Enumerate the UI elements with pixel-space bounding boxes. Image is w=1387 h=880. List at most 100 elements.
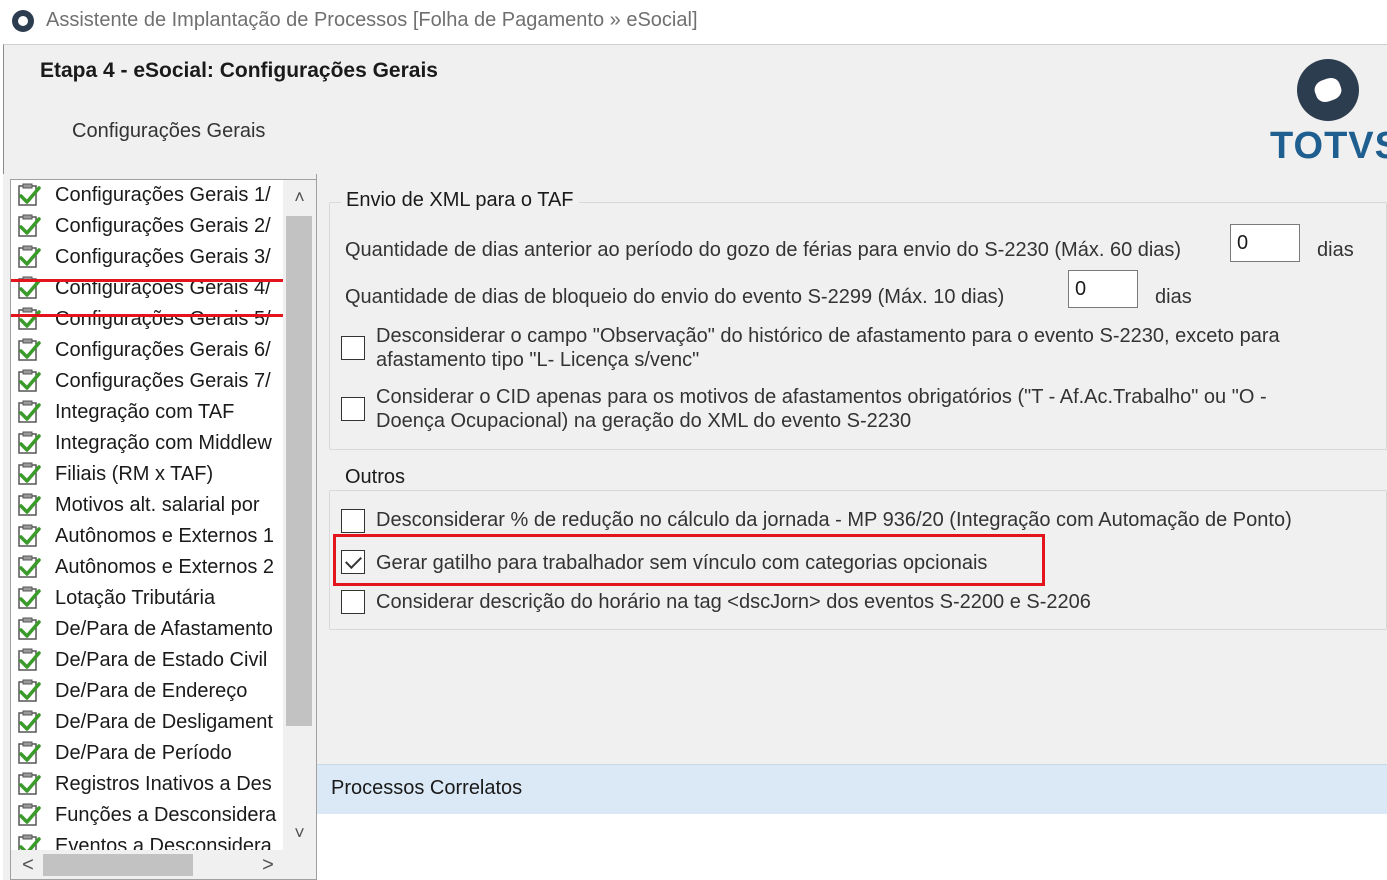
- tree-item[interactable]: Configurações Gerais 1/: [11, 180, 283, 210]
- tree-item-label: Configurações Gerais 5/: [55, 307, 271, 330]
- tree-item-label: Registros Inativos a Des: [55, 772, 272, 795]
- green-check-icon: [16, 771, 42, 797]
- green-check-icon: [16, 740, 42, 766]
- step-title: Etapa 4 - eSocial: Configurações Gerais: [40, 59, 438, 82]
- bloqueio-days-input[interactable]: [1068, 270, 1138, 308]
- green-check-icon: [16, 802, 42, 828]
- tree-horizontal-scrollbar[interactable]: < >: [11, 850, 316, 879]
- tree-item[interactable]: De/Para de Desligament: [11, 707, 283, 737]
- scroll-left-icon[interactable]: <: [13, 850, 43, 879]
- tree-item[interactable]: Funções a Desconsidera: [11, 800, 283, 830]
- cid-label-line2: Doença Ocupacional) na geração do XML do…: [376, 410, 912, 432]
- tree-item-label: Configurações Gerais 7/: [55, 369, 271, 392]
- tree-item[interactable]: De/Para de Estado Civil: [11, 645, 283, 675]
- reducao-jornada-label[interactable]: Desconsiderar % de redução no cálculo da…: [376, 508, 1292, 532]
- tree-item[interactable]: Configurações Gerais 6/: [11, 335, 283, 365]
- tree-item[interactable]: Autônomos e Externos 1: [11, 521, 283, 551]
- tree-item[interactable]: De/Para de Afastamento: [11, 614, 283, 644]
- ferias-days-input[interactable]: [1230, 224, 1300, 262]
- observacao-checkbox[interactable]: [341, 336, 365, 360]
- tree-item[interactable]: Eventos a Desconsidera: [11, 831, 283, 850]
- tree-item[interactable]: Configurações Gerais 7/: [11, 366, 283, 396]
- tree-item[interactable]: Lotação Tributária: [11, 583, 283, 613]
- horario-dscjorn-label[interactable]: Considerar descrição do horário na tag <…: [376, 590, 1091, 614]
- green-check-icon: [16, 585, 42, 611]
- scroll-up-icon[interactable]: ˄: [283, 180, 316, 214]
- scroll-thumb[interactable]: [286, 216, 312, 726]
- tree-item-label: De/Para de Período: [55, 741, 232, 764]
- green-check-icon: [16, 523, 42, 549]
- reducao-jornada-checkbox[interactable]: [341, 509, 365, 533]
- tree-item[interactable]: De/Para de Período: [11, 738, 283, 768]
- tree-item-label: Lotação Tributária: [55, 586, 216, 609]
- scroll-down-icon[interactable]: ˅: [283, 816, 316, 850]
- green-check-icon: [16, 492, 42, 518]
- tree-item[interactable]: Configurações Gerais 5/: [11, 304, 283, 334]
- tree-item[interactable]: De/Para de Endereço: [11, 676, 283, 706]
- cid-label[interactable]: Considerar o CID apenas para os motivos …: [376, 385, 1267, 433]
- green-check-icon: [16, 647, 42, 673]
- tree-item-label: De/Para de Desligament: [55, 710, 273, 733]
- steps-tree[interactable]: Configurações Gerais 1/Configurações Ger…: [10, 179, 317, 880]
- processos-correlatos-content: [317, 814, 1387, 880]
- tree-item-label: De/Para de Afastamento: [55, 617, 273, 640]
- step-subtitle: Configurações Gerais: [72, 120, 266, 142]
- green-check-icon: [16, 430, 42, 456]
- green-check-icon: [16, 709, 42, 735]
- tree-item[interactable]: Integração com Middlew: [11, 428, 283, 458]
- tree-item-label: Eventos a Desconsidera: [55, 834, 272, 851]
- wizard-header: Etapa 4 - eSocial: Configurações Gerais …: [3, 44, 1387, 174]
- tree-item[interactable]: Registros Inativos a Des: [11, 769, 283, 799]
- gatilho-label[interactable]: Gerar gatilho para trabalhador sem víncu…: [376, 551, 987, 575]
- steps-panel: Configurações Gerais 1/Configurações Ger…: [3, 174, 317, 880]
- green-check-icon: [16, 213, 42, 239]
- observacao-label-line1: Desconsiderar o campo "Observação" do hi…: [376, 325, 1280, 347]
- tree-item[interactable]: Filiais (RM x TAF): [11, 459, 283, 489]
- tree-item-label: De/Para de Estado Civil: [55, 648, 268, 671]
- green-check-icon: [16, 275, 42, 301]
- tree-item[interactable]: Configurações Gerais 2/: [11, 211, 283, 241]
- tree-item[interactable]: Autônomos e Externos 2: [11, 552, 283, 582]
- tree-item-label: De/Para de Endereço: [55, 679, 248, 702]
- tree-item-label: Motivos alt. salarial por: [55, 493, 260, 516]
- gatilho-checkbox[interactable]: [341, 550, 365, 574]
- tree-item[interactable]: Motivos alt. salarial por: [11, 490, 283, 520]
- totvs-logo-icon: [1297, 59, 1359, 121]
- scroll-right-icon[interactable]: >: [253, 850, 283, 879]
- tree-item-label: Funções a Desconsidera: [55, 803, 277, 826]
- bloqueio-days-unit: dias: [1155, 286, 1192, 308]
- tree-vertical-scrollbar[interactable]: ˄ ˅: [283, 180, 316, 850]
- green-check-icon: [16, 461, 42, 487]
- bloqueio-days-label: Quantidade de dias de bloqueio do envio …: [345, 286, 1005, 308]
- observacao-label-line2: afastamento tipo "L- Licença s/venc": [376, 349, 700, 371]
- green-check-icon: [16, 399, 42, 425]
- tree-item[interactable]: Configurações Gerais 4/: [11, 273, 283, 303]
- totvs-app-icon: [12, 10, 34, 32]
- green-check-icon: [16, 368, 42, 394]
- horario-dscjorn-checkbox[interactable]: [341, 590, 365, 614]
- green-check-icon: [16, 678, 42, 704]
- green-check-icon: [16, 554, 42, 580]
- outros-group-title: Outros: [340, 466, 411, 489]
- cid-label-line1: Considerar o CID apenas para os motivos …: [376, 386, 1267, 408]
- ferias-days-label: Quantidade de dias anterior ao período d…: [345, 239, 1182, 261]
- tree-item-label: Autônomos e Externos 1: [55, 524, 275, 547]
- tree-item-label: Configurações Gerais 1/: [55, 183, 271, 206]
- tree-item[interactable]: Configurações Gerais 3/: [11, 242, 283, 272]
- cid-checkbox[interactable]: [341, 397, 365, 421]
- processos-correlatos-bar: Processos Correlatos: [317, 764, 1387, 814]
- hscroll-thumb[interactable]: [43, 854, 193, 876]
- processos-correlatos-label: Processos Correlatos: [331, 777, 523, 799]
- tree-item-label: Filiais (RM x TAF): [55, 462, 214, 485]
- observacao-label[interactable]: Desconsiderar o campo "Observação" do hi…: [376, 324, 1280, 372]
- window-title: Assistente de Implantação de Processos […: [46, 9, 698, 31]
- settings-panel: Envio de XML para o TAF Quantidade de di…: [317, 174, 1387, 764]
- tree-item[interactable]: Integração com TAF: [11, 397, 283, 427]
- green-check-icon: [16, 306, 42, 332]
- green-check-icon: [16, 244, 42, 270]
- tree-item-label: Integração com TAF: [55, 400, 235, 423]
- xml-envio-group-title: Envio de XML para o TAF: [341, 189, 579, 212]
- green-check-icon: [16, 833, 42, 850]
- tree-item-label: Configurações Gerais 2/: [55, 214, 271, 237]
- tree-item-label: Integração com Middlew: [55, 431, 272, 454]
